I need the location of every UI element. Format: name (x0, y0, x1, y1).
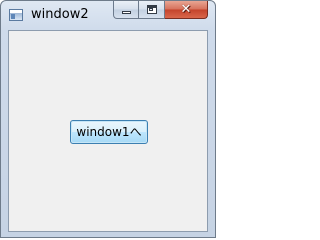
app-window-icon[interactable] (9, 9, 23, 21)
go-to-window1-button[interactable]: window1へ (70, 120, 148, 144)
window-title: window2 (31, 7, 89, 22)
window-frame: window2 ✕ window1へ (0, 0, 216, 238)
close-icon: ✕ (180, 2, 192, 17)
title-bar[interactable]: window2 ✕ (1, 1, 215, 29)
maximize-button[interactable] (139, 1, 165, 19)
window-client-area: window1へ (8, 30, 208, 232)
caption-buttons: ✕ (113, 1, 208, 20)
close-button[interactable]: ✕ (165, 1, 208, 19)
maximize-icon (147, 5, 157, 14)
minimize-icon (122, 11, 131, 14)
minimize-button[interactable] (113, 1, 139, 19)
